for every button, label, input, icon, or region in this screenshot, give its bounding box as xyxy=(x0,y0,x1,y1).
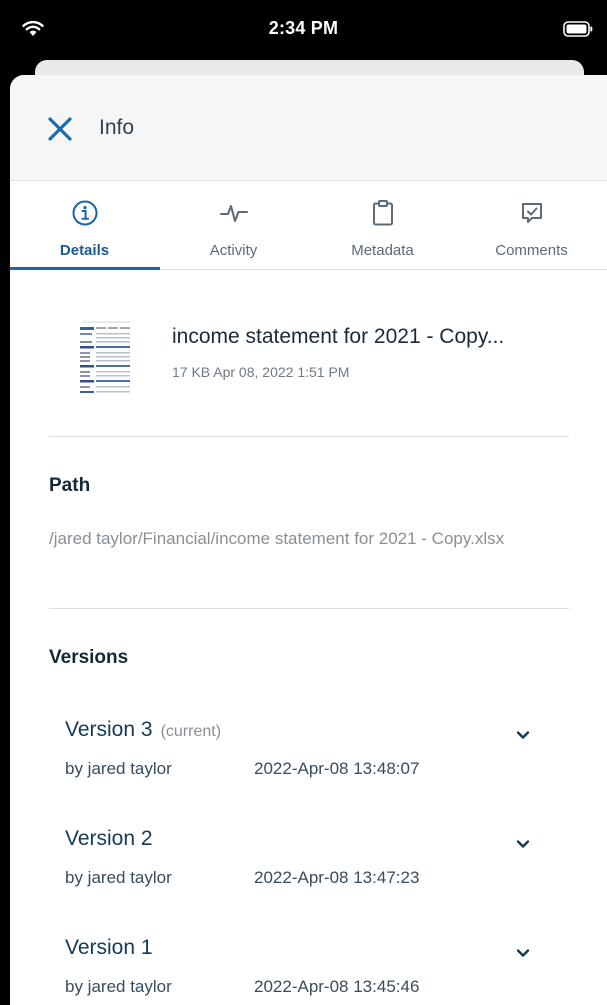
tab-details[interactable]: Details xyxy=(10,181,160,270)
chevron-down-icon[interactable] xyxy=(512,724,534,746)
version-author: by jared taylor xyxy=(65,977,172,996)
version-date: 2022-Apr-08 13:45:46 xyxy=(254,977,420,996)
versions-heading: Versions xyxy=(49,647,129,668)
tab-metadata[interactable]: Metadata xyxy=(308,181,457,269)
divider xyxy=(49,608,569,609)
tab-label: Details xyxy=(59,242,110,259)
clipboard-icon xyxy=(372,200,393,226)
info-sheet: Info Details Activity Metadata Comments … xyxy=(10,75,607,1005)
tab-comments[interactable]: Comments xyxy=(457,181,606,269)
tab-activity[interactable]: Activity xyxy=(159,181,308,269)
file-name: income statement for 2021 - Copy... xyxy=(172,325,505,348)
version-date: 2022-Apr-08 13:48:07 xyxy=(254,759,420,778)
tab-label: Metadata xyxy=(351,242,414,259)
comment-icon xyxy=(521,203,542,223)
info-icon xyxy=(72,200,97,226)
version-name: Version 3 xyxy=(65,718,153,741)
page-title: Info xyxy=(99,116,135,139)
tab-label: Activity xyxy=(209,242,258,259)
sheet-header: Info xyxy=(10,75,607,181)
file-path: /jared taylor/Financial/income statement… xyxy=(49,529,505,548)
version-item[interactable]: Version 1 by jared taylor 2022-Apr-08 13… xyxy=(65,936,555,1005)
chevron-down-icon[interactable] xyxy=(512,942,534,964)
file-summary: income statement for 2021 - Copy... 17 K… xyxy=(10,269,607,437)
activity-icon xyxy=(219,205,248,222)
spreadsheet-thumbnail xyxy=(76,319,136,397)
version-name: Version 1 xyxy=(65,936,153,959)
chevron-down-icon[interactable] xyxy=(512,833,534,855)
tab-label: Comments xyxy=(495,242,568,259)
close-icon xyxy=(48,117,72,141)
status-bar: 2:34 PM xyxy=(0,0,607,60)
version-author: by jared taylor xyxy=(65,759,172,778)
file-meta: 17 KB Apr 08, 2022 1:51 PM xyxy=(172,364,350,380)
tab-bar: Details Activity Metadata Comments xyxy=(10,181,607,270)
version-item[interactable]: Version 2 by jared taylor 2022-Apr-08 13… xyxy=(65,827,555,907)
path-heading: Path xyxy=(49,475,91,496)
version-item[interactable]: Version 3 (current) by jared taylor 2022-… xyxy=(65,718,555,798)
version-author: by jared taylor xyxy=(65,868,172,887)
current-badge: (current) xyxy=(160,723,222,740)
version-name: Version 2 xyxy=(65,827,153,850)
battery-icon xyxy=(563,21,593,37)
version-date: 2022-Apr-08 13:47:23 xyxy=(254,868,420,887)
close-button[interactable] xyxy=(44,113,76,145)
divider xyxy=(49,436,569,437)
status-time: 2:34 PM xyxy=(268,18,339,38)
